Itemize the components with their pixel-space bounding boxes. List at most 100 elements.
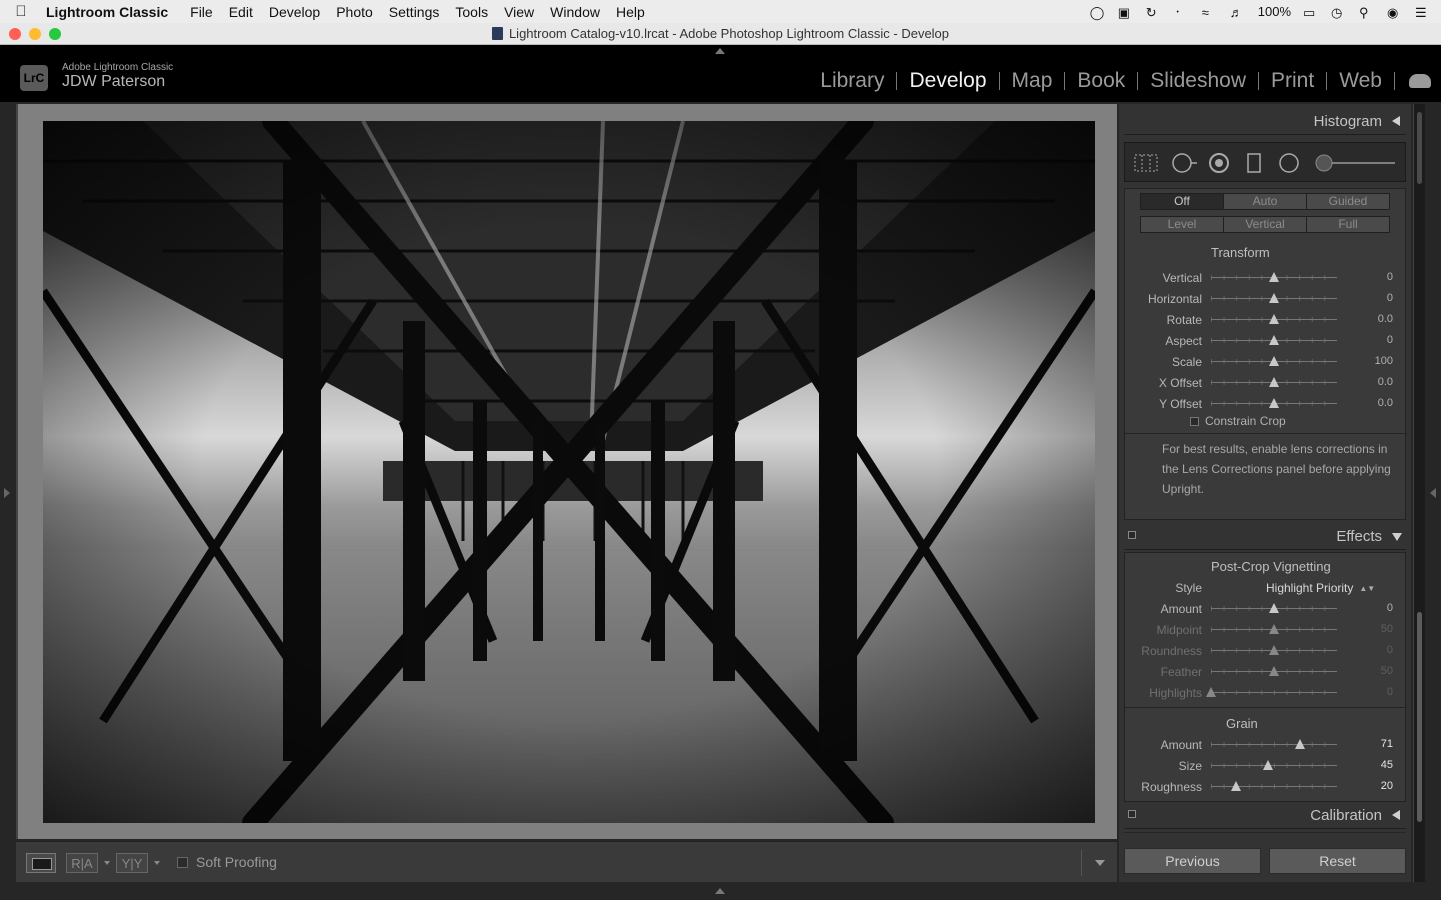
slider-knob[interactable] [1269,314,1279,324]
expand-arrow-icon[interactable] [1392,116,1400,126]
slider-value[interactable]: 0 [1387,292,1393,304]
upright-vertical-button[interactable]: Vertical [1224,217,1307,232]
minimize-window-button[interactable] [29,28,41,40]
adjustment-brush-icon[interactable] [1313,152,1397,174]
soft-proofing-checkbox[interactable] [177,857,188,868]
filmstrip-toggle[interactable] [715,888,725,894]
slider-track[interactable] [1211,744,1337,745]
module-print[interactable]: Print [1259,69,1326,93]
slider-knob[interactable] [1269,272,1279,282]
expand-arrow-icon[interactable] [1392,810,1400,820]
module-slideshow[interactable]: Slideshow [1138,69,1258,93]
menu-photo[interactable]: Photo [328,4,381,20]
previous-button[interactable]: Previous [1124,848,1261,874]
slider-value[interactable]: 0.0 [1378,313,1393,325]
slider-track[interactable] [1211,765,1337,766]
spot-removal-icon[interactable] [1171,152,1199,174]
slider-track[interactable] [1211,786,1337,787]
clock-icon[interactable]: ◷ [1331,5,1347,20]
slider-knob[interactable] [1269,377,1279,387]
menu-settings[interactable]: Settings [381,4,448,20]
apple-icon[interactable]:  [0,3,42,20]
module-book[interactable]: Book [1065,69,1137,93]
slider-knob[interactable] [1269,666,1279,676]
slider-knob[interactable] [1269,335,1279,345]
before-after-lr-caret[interactable] [104,861,110,865]
slider-value[interactable]: 20 [1381,780,1393,792]
effects-panel-switch[interactable] [1128,531,1136,539]
upright-guided-button[interactable]: Guided [1307,194,1389,209]
upright-auto-button[interactable]: Auto [1224,194,1307,209]
close-window-button[interactable] [9,28,21,40]
zoom-window-button[interactable] [49,28,61,40]
slider-value[interactable]: 0.0 [1378,397,1393,409]
slider-knob[interactable] [1269,356,1279,366]
menu-develop[interactable]: Develop [261,4,328,20]
constrain-crop-checkbox[interactable] [1190,417,1199,426]
slider-value[interactable]: 0 [1387,644,1393,656]
battery-icon[interactable]: ▭ [1303,5,1319,20]
top-panel-toggle[interactable] [715,48,725,54]
slider-knob[interactable] [1269,398,1279,408]
left-panel-toggle[interactable] [4,488,10,498]
menu-window[interactable]: Window [542,4,608,20]
menu-view[interactable]: View [496,4,542,20]
module-web[interactable]: Web [1327,69,1394,93]
slider-knob[interactable] [1269,624,1279,634]
upright-off-button[interactable]: Off [1141,194,1224,209]
shield-icon[interactable]: ◯ [1090,5,1106,20]
slider-knob[interactable] [1262,760,1273,770]
red-eye-icon[interactable] [1207,152,1231,174]
upright-full-button[interactable]: Full [1307,217,1389,232]
menu-file[interactable]: File [182,4,221,20]
slider-value[interactable]: 50 [1381,665,1393,677]
slider-knob[interactable] [1269,603,1279,613]
drive-icon[interactable]: ▣ [1118,5,1134,20]
module-library[interactable]: Library [808,69,896,93]
calibration-panel-switch[interactable] [1128,810,1136,818]
menu-tools[interactable]: Tools [447,4,496,20]
slider-value[interactable]: 0 [1387,271,1393,283]
upright-level-button[interactable]: Level [1141,217,1224,232]
slider-track[interactable] [1211,692,1337,693]
menu-edit[interactable]: Edit [221,4,261,20]
scrollbar-thumb[interactable] [1417,612,1422,822]
histogram-panel-header[interactable]: Histogram [1124,108,1406,135]
search-icon[interactable]: ⚲ [1359,5,1375,20]
collapse-arrow-icon[interactable] [1392,533,1402,541]
before-after-tb-button[interactable]: Y|Y [116,853,148,873]
slider-value[interactable]: 0 [1387,602,1393,614]
slider-value[interactable]: 0 [1387,686,1393,698]
slider-value[interactable]: 50 [1381,623,1393,635]
control-center-icon[interactable]: ☰ [1415,5,1431,20]
time-machine-icon[interactable]: ↻ [1146,5,1162,20]
slider-knob[interactable] [1231,781,1242,791]
calibration-panel-header[interactable]: Calibration [1124,802,1406,829]
scrollbar-thumb-top[interactable] [1417,112,1422,184]
graduated-filter-icon[interactable] [1247,152,1261,174]
slider-value[interactable]: 0.0 [1378,376,1393,388]
slider-value[interactable]: 45 [1381,759,1393,771]
right-panel-toggle[interactable] [1430,488,1436,498]
slider-knob[interactable] [1206,687,1216,697]
siri-icon[interactable]: ◉ [1387,5,1403,20]
slider-knob[interactable] [1269,293,1279,303]
menu-app-name[interactable]: Lightroom Classic [42,4,182,20]
slider-value[interactable]: 100 [1375,355,1393,367]
volume-icon[interactable]: ♬ [1230,5,1246,20]
module-develop[interactable]: Develop [897,69,998,93]
effects-panel-header[interactable]: Effects [1124,523,1406,550]
slider-value[interactable]: 71 [1381,738,1393,750]
cloud-icon[interactable] [1409,74,1431,88]
slider-knob[interactable] [1269,645,1279,655]
right-panel-scrollbar[interactable] [1413,104,1425,882]
toolbar-content-dropdown[interactable] [1095,860,1105,866]
bluetooth-icon[interactable]: ᛫ [1174,5,1190,20]
loupe-view-button[interactable] [26,853,56,873]
slider-knob[interactable] [1295,739,1306,749]
before-after-lr-button[interactable]: R|A [66,853,98,873]
menu-help[interactable]: Help [608,4,653,20]
crop-overlay-icon[interactable] [1133,153,1159,173]
battery-percent[interactable]: 100% [1258,4,1291,19]
vignette-style-select[interactable]: Highlight Priority ▲▼ [1266,581,1375,595]
